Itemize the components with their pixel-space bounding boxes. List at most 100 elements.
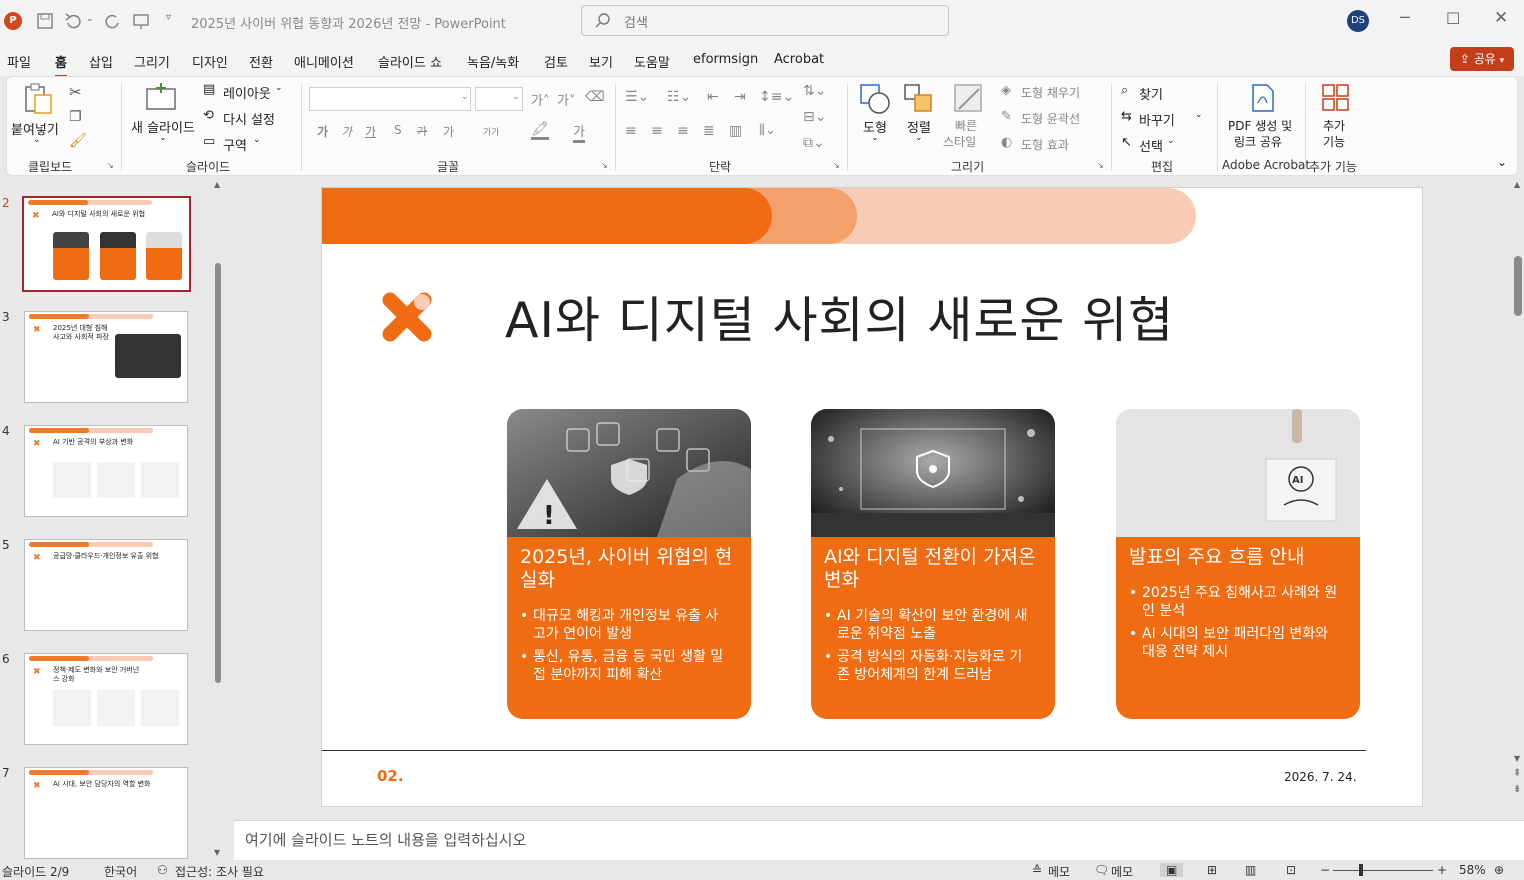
tab-insert[interactable]: 삽입 (89, 52, 113, 71)
zoom-out-icon[interactable]: − (1320, 863, 1330, 877)
content-card-3[interactable]: AI 발표의 주요 흐름 안내 2025년 주요 침해사고 사례와 원인 분석 … (1116, 409, 1360, 719)
highlight-icon[interactable]: 🖍 (531, 121, 549, 140)
justify-icon[interactable]: ≣ (703, 123, 715, 139)
create-pdf-button-line2[interactable]: 링크 공유 (1234, 133, 1282, 150)
paste-icon[interactable] (23, 83, 55, 115)
zoom-level[interactable]: 58% (1459, 863, 1486, 877)
drawing-launcher-icon[interactable]: ↘ (1097, 161, 1104, 170)
thumb-scroll-up-icon[interactable]: ▲ (214, 180, 220, 189)
undo-icon[interactable] (64, 12, 84, 30)
minimize-icon[interactable]: ─ (1400, 8, 1410, 27)
reset-button[interactable]: 다시 설정 (223, 109, 275, 128)
bullets-icon[interactable]: ☰⌄ (625, 89, 649, 105)
tab-help[interactable]: 도움말 (634, 52, 670, 71)
editor-scrollbar[interactable] (1514, 256, 1522, 316)
clear-format-icon[interactable]: ⌫ (585, 89, 605, 105)
columns-icon[interactable]: ⫼⌄ (759, 123, 776, 138)
shadow-button[interactable]: S (394, 123, 402, 137)
align-left-icon[interactable]: ≡ (625, 123, 637, 139)
content-card-1[interactable]: ! 2025년, 사이버 위협의 현실화 대규모 해킹과 개인정보 유출 사고가… (507, 409, 751, 719)
select-chevron-icon[interactable]: ⌄ (1167, 136, 1175, 146)
addins-button[interactable]: 추가 (1323, 117, 1345, 134)
present-icon[interactable] (132, 12, 150, 30)
create-pdf-button[interactable]: PDF 생성 및 (1228, 117, 1292, 134)
replace-chevron-icon[interactable]: ⌄ (1195, 110, 1203, 120)
search-box[interactable]: 검색 (581, 5, 949, 36)
zoom-in-icon[interactable]: + (1437, 863, 1447, 877)
bold-button[interactable]: 가 (317, 123, 328, 140)
paragraph-launcher-icon[interactable]: ↘ (833, 161, 840, 170)
comments-toggle[interactable]: 메모 (1111, 863, 1133, 880)
line-spacing-icon[interactable]: ↕≡⌄ (759, 89, 794, 105)
normal-view-icon[interactable]: ▣ (1160, 863, 1184, 877)
shapes-icon[interactable] (859, 83, 891, 115)
font-launcher-icon[interactable]: ↘ (601, 161, 608, 170)
slide-title[interactable]: AI와 디지털 사회의 새로운 위협 (505, 281, 1174, 352)
quick-styles-button[interactable]: 빠른 (955, 117, 977, 134)
slide-thumbnail-5[interactable]: ✖ 공급망·클라우드·개인정보 유출 위협 (24, 539, 188, 631)
quick-styles-icon[interactable] (953, 83, 985, 115)
editor-scroll-down-icon[interactable]: ▼ (1514, 754, 1520, 763)
zoom-slider[interactable] (1333, 864, 1433, 876)
char-spacing-button[interactable]: 가 (443, 123, 454, 140)
text-direction-icon[interactable]: ⇅⌄ (803, 83, 826, 99)
shape-outline-button[interactable]: 도형 윤곽선 (1021, 110, 1080, 127)
maximize-icon[interactable]: ☐ (1446, 9, 1460, 28)
notes-placeholder[interactable]: 여기에 슬라이드 노트의 내용을 입력하십시오 (245, 829, 526, 850)
italic-button[interactable]: 가 (341, 123, 352, 140)
thumb-scrollbar[interactable] (215, 263, 221, 683)
strikethrough-button[interactable]: 가 (417, 123, 427, 139)
fit-to-window-icon[interactable]: ⊕ (1494, 863, 1504, 877)
cut-icon[interactable]: ✂ (69, 83, 82, 101)
slideshow-view-icon[interactable]: ⊡ (1286, 863, 1296, 877)
change-case-button[interactable]: 가가 (483, 125, 500, 138)
clipboard-launcher-icon[interactable]: ↘ (107, 161, 114, 170)
undo-dropdown-icon[interactable]: ⌄ (86, 14, 94, 24)
slide-thumbnail-2[interactable]: ✖ AI와 디지털 사회의 새로운 위협 (22, 196, 191, 292)
tab-slideshow[interactable]: 슬라이드 쇼 (378, 52, 442, 71)
replace-button[interactable]: 바꾸기 (1139, 110, 1175, 129)
create-pdf-icon[interactable] (1249, 83, 1277, 113)
paste-dropdown-icon[interactable]: ⌄ (33, 135, 41, 145)
slide-canvas[interactable]: AI와 디지털 사회의 새로운 위협 ! 2025년, 사이버 위협의 현실화 … (321, 187, 1423, 807)
numbering-icon[interactable]: ☷⌄ (667, 89, 691, 105)
reading-view-icon[interactable]: ▥ (1245, 863, 1256, 877)
decrease-indent-icon[interactable]: ⇤ (707, 89, 719, 105)
tab-record[interactable]: 녹음/녹화 (467, 52, 519, 71)
collapse-ribbon-icon[interactable]: ⌄ (1497, 155, 1507, 169)
tab-home[interactable]: 홈 (55, 52, 67, 78)
slide-thumbnail-7[interactable]: ✖ AI 시대, 보안 담당자의 역할 변화 (24, 767, 188, 859)
editor-scroll-up-icon[interactable]: ▲ (1514, 180, 1520, 189)
section-button[interactable]: 구역 (223, 135, 247, 154)
layout-button[interactable]: 레이아웃 (223, 83, 271, 102)
arrange-icon[interactable] (903, 83, 935, 115)
zoom-slider-thumb[interactable] (1359, 864, 1363, 876)
accessibility-status[interactable]: 접근성: 조사 필요 (175, 863, 264, 880)
align-center-icon[interactable]: ≡ (651, 123, 663, 139)
find-button[interactable]: 찾기 (1139, 84, 1163, 103)
slide-thumbnail-6[interactable]: ✖ 정책·제도 변화와 보안 거버넌스 강화 (24, 653, 188, 745)
language-indicator[interactable]: 한국어 (104, 863, 137, 880)
align-right-icon[interactable]: ≡ (677, 123, 689, 139)
addins-button-line2[interactable]: 기능 (1323, 133, 1345, 150)
customize-qat-icon[interactable]: ▿ (166, 12, 171, 23)
font-color-button[interactable]: 가 (573, 121, 585, 143)
shapes-chevron-icon[interactable]: ⌄ (871, 133, 879, 143)
user-avatar[interactable]: DS (1347, 10, 1369, 32)
smartart-icon[interactable]: ⧉⌄ (803, 135, 825, 151)
arrange-chevron-icon[interactable]: ⌄ (915, 133, 923, 143)
layout-chevron-icon[interactable]: ⌄ (275, 83, 283, 93)
align-text-icon[interactable]: ⊟⌄ (803, 109, 826, 125)
save-icon[interactable] (36, 12, 54, 30)
grow-font-icon[interactable]: 가˄ (531, 90, 549, 109)
new-slide-dropdown-icon[interactable]: ⌄ (159, 133, 167, 143)
share-button[interactable]: ⇪ 공유 ▾ (1450, 47, 1514, 71)
content-card-2[interactable]: AI와 디지털 전환이 가져온 변화 AI 기술의 확산이 보안 환경에 새로운… (811, 409, 1055, 719)
slide-thumbnail-4[interactable]: ✖ AI 기반 공격의 부상과 변화 (24, 425, 188, 517)
slide-thumbnail-3[interactable]: ✖ 2025년 대형 침해사고와 사회적 파장 (24, 311, 188, 403)
distribute-icon[interactable]: ▥ (729, 123, 742, 139)
tab-animations[interactable]: 애니메이션 (294, 52, 354, 71)
increase-indent-icon[interactable]: ⇥ (734, 89, 746, 105)
shrink-font-icon[interactable]: 가˅ (557, 90, 575, 109)
next-slide-icon[interactable]: ⇟ (1513, 784, 1521, 795)
